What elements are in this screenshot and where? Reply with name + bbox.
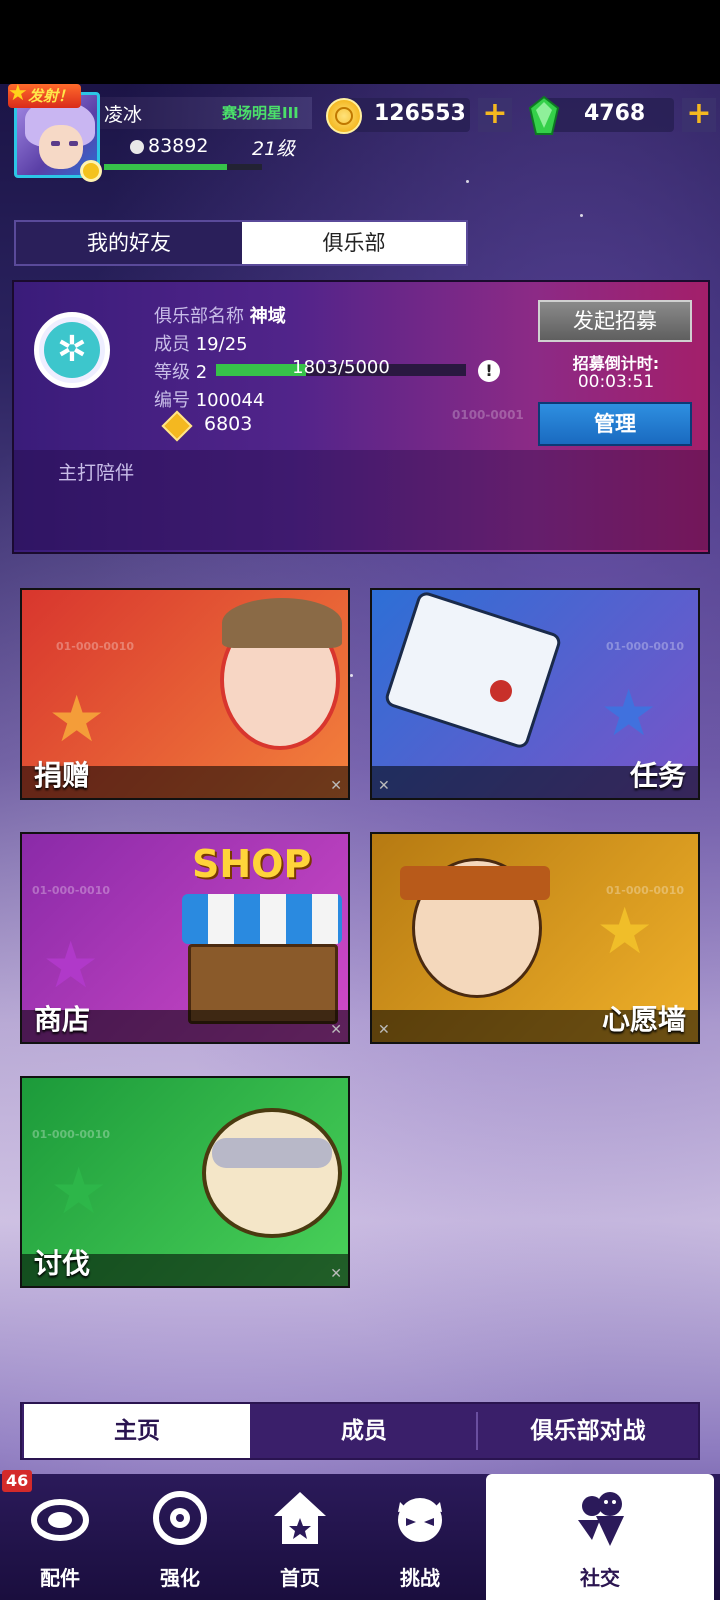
card-label: 讨伐 bbox=[34, 1247, 91, 1280]
add-gems-button[interactable]: + bbox=[682, 98, 716, 132]
shop-sign: SHOP bbox=[192, 842, 312, 886]
add-coins-button[interactable]: + bbox=[478, 98, 512, 132]
club-id-label: 编号 bbox=[154, 390, 190, 411]
star-icon: ★ bbox=[600, 677, 658, 751]
club-xp-text: 1803/5000 bbox=[292, 357, 390, 378]
upgrade-icon bbox=[153, 1491, 207, 1545]
info-icon[interactable]: ! bbox=[478, 360, 500, 382]
club-motto: 主打陪伴 bbox=[58, 462, 135, 484]
close-icon: ✕ bbox=[330, 1022, 342, 1038]
manage-button[interactable]: 管理 bbox=[538, 402, 692, 446]
player-power: 83892 bbox=[148, 135, 209, 157]
club-members-label: 成员 bbox=[154, 334, 190, 355]
club-emblem-icon: ✲ bbox=[44, 322, 100, 378]
close-icon: ✕ bbox=[378, 778, 390, 794]
tab-members[interactable]: 成员 bbox=[252, 1404, 476, 1458]
headband-art bbox=[400, 866, 550, 900]
club-name-label: 俱乐部名称 bbox=[154, 306, 244, 327]
star-icon: ★ bbox=[8, 81, 28, 106]
creature-art bbox=[202, 1108, 342, 1238]
parts-icon bbox=[31, 1499, 89, 1541]
coin-icon-inner bbox=[335, 107, 353, 125]
gem-count: 4768 bbox=[584, 101, 646, 126]
tab-club-battle[interactable]: 俱乐部对战 bbox=[478, 1404, 698, 1458]
friends-club-tabs: 我的好友 俱乐部 bbox=[14, 220, 468, 266]
club-level-row: 等级 2 bbox=[154, 358, 207, 384]
club-id-value: 100044 bbox=[195, 390, 265, 411]
star-icon: ★ bbox=[42, 929, 100, 1003]
recruit-button[interactable]: 发起招募 bbox=[538, 300, 692, 342]
card-code: 01-000-0010 bbox=[605, 640, 684, 653]
player-level: 21级 bbox=[252, 138, 296, 160]
club-level-label: 等级 bbox=[154, 362, 190, 383]
club-members-row: 成员 19/25 bbox=[154, 330, 248, 356]
close-icon: ✕ bbox=[330, 778, 342, 794]
close-icon: ✕ bbox=[330, 1266, 342, 1282]
player-name: 凌冰 bbox=[104, 104, 143, 126]
nav-home[interactable]: 首页 bbox=[240, 1474, 360, 1600]
club-sub-tabs: 主页 成员 俱乐部对战 bbox=[20, 1402, 700, 1460]
recruit-countdown-value: 00:03:51 bbox=[577, 372, 655, 392]
nav-label: 挑战 bbox=[400, 1566, 440, 1590]
notification-badge: 46 bbox=[2, 1470, 33, 1492]
shop-card[interactable]: 01-000-0010 ★ SHOP 商店 ✕ bbox=[20, 832, 350, 1044]
scroll-art bbox=[383, 590, 563, 751]
player-rank: 赛场明星III bbox=[222, 104, 299, 122]
helmet-art bbox=[212, 1138, 332, 1168]
medal-icon bbox=[80, 160, 102, 182]
tab-my-friends[interactable]: 我的好友 bbox=[16, 222, 242, 264]
star-icon: ★ bbox=[50, 1155, 108, 1229]
star-icon: ★ bbox=[48, 683, 106, 757]
gem-icon bbox=[528, 96, 560, 135]
card-code: 01-000-0010 bbox=[56, 640, 135, 653]
home-icon bbox=[274, 1492, 326, 1544]
nav-parts[interactable]: 配件 bbox=[0, 1474, 120, 1600]
card-code: 01-000-0010 bbox=[32, 884, 111, 897]
card-label: 心愿墙 bbox=[601, 1003, 686, 1036]
club-name-value: 神域 bbox=[249, 306, 286, 327]
crusade-card[interactable]: 01-000-0010 ★ 讨伐 ✕ bbox=[20, 1076, 350, 1288]
nav-label: 首页 bbox=[280, 1566, 320, 1590]
player-xp-fill bbox=[104, 164, 227, 170]
card-label: 任务 bbox=[629, 759, 686, 792]
tab-home[interactable]: 主页 bbox=[24, 1404, 250, 1458]
hat-art bbox=[222, 598, 342, 648]
power-icon bbox=[130, 140, 144, 154]
recruit-countdown-label: 招募倒计时: bbox=[572, 354, 660, 373]
club-gold-value: 6803 bbox=[204, 413, 253, 435]
tab-club[interactable]: 俱乐部 bbox=[242, 222, 466, 264]
seal-art bbox=[490, 680, 512, 702]
card-label: 捐赠 bbox=[34, 759, 91, 792]
task-card[interactable]: 01-000-0010 ★ 任务 ✕ bbox=[370, 588, 700, 800]
donate-card[interactable]: 01-000-0010 ★ 捐赠 ✕ bbox=[20, 588, 350, 800]
nav-label: 配件 bbox=[40, 1566, 80, 1590]
card-label: 商店 bbox=[34, 1003, 91, 1036]
nav-upgrade[interactable]: 强化 bbox=[120, 1474, 240, 1600]
nav-label: 强化 bbox=[160, 1566, 200, 1590]
club-members-value: 19/25 bbox=[195, 334, 248, 355]
social-icon bbox=[578, 1492, 624, 1546]
nav-label: 社交 bbox=[580, 1566, 620, 1590]
wish-wall-card[interactable]: 01-000-0010 ★ 心愿墙 ✕ bbox=[370, 832, 700, 1044]
club-name-row: 俱乐部名称 神域 bbox=[154, 302, 286, 328]
club-id-row: 编号 100044 bbox=[154, 386, 264, 412]
star-icon: ★ bbox=[596, 895, 654, 969]
challenge-icon bbox=[398, 1498, 442, 1542]
decorative-code: 0100-0001 bbox=[452, 408, 524, 422]
awning-art bbox=[182, 894, 342, 944]
close-icon: ✕ bbox=[378, 1022, 390, 1038]
nav-challenge[interactable]: 挑战 bbox=[360, 1474, 480, 1600]
nav-social[interactable]: 社交 bbox=[486, 1474, 714, 1600]
card-code: 01-000-0010 bbox=[32, 1128, 111, 1141]
coin-count: 126553 bbox=[374, 101, 466, 126]
club-level-value: 2 bbox=[195, 362, 208, 383]
